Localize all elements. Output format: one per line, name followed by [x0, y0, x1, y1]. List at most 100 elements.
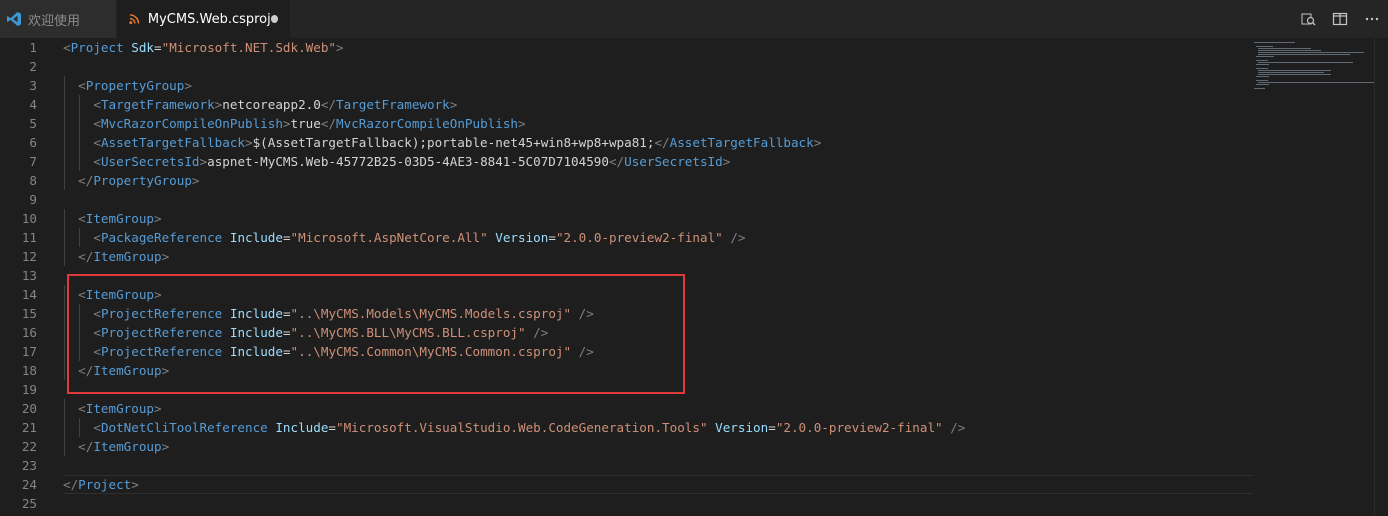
- code-line[interactable]: <TargetFramework>netcoreapp2.0</TargetFr…: [63, 95, 1253, 114]
- indent-guide: [64, 285, 65, 304]
- minimap[interactable]: [1254, 38, 1374, 108]
- code-token-tag: Project: [78, 477, 132, 492]
- minimap-line: [1254, 88, 1265, 89]
- line-number: 5: [29, 116, 37, 131]
- code-token-attr: Include: [229, 230, 283, 245]
- code-token-str: "2.0.0-preview2-final": [555, 230, 723, 245]
- indent-guide: [79, 418, 81, 437]
- indent-guide: [64, 342, 65, 361]
- code-token-text: =: [768, 420, 776, 435]
- tab-mycms-web-csproj-label: MyCMS.Web.csproj: [147, 11, 271, 27]
- code-line[interactable]: <MvcRazorCompileOnPublish>true</MvcRazor…: [63, 114, 1253, 133]
- code-token-tag: MvcRazorCompileOnPublish: [336, 116, 519, 131]
- indent-guide: [64, 323, 65, 342]
- minimap-line: [1256, 68, 1269, 69]
- code-token-punct: <: [93, 230, 101, 245]
- code-line[interactable]: [63, 57, 1253, 76]
- code-line[interactable]: [63, 456, 1253, 475]
- code-line[interactable]: <ItemGroup>: [63, 209, 1253, 228]
- code-line[interactable]: </Project>: [63, 475, 1253, 494]
- code-line[interactable]: <PackageReference Include="Microsoft.Asp…: [63, 228, 1253, 247]
- line-number: 19: [21, 382, 37, 397]
- code-line[interactable]: <PropertyGroup>: [63, 76, 1253, 95]
- indent-guide: [64, 399, 65, 418]
- line-number: 9: [29, 192, 37, 207]
- more-actions-button[interactable]: [1356, 0, 1388, 38]
- minimap-line: [1258, 62, 1353, 63]
- line-number-gutter: 1 2 3 4 5 6 7 8 9 10 11 12 13 14 15 16 17 18 19 20 21 22 23 24 2…: [0, 38, 50, 513]
- code-token-text: aspnet-MyCMS.Web-45772B25-03D5-4AE3-8841…: [207, 154, 609, 169]
- code-line[interactable]: <AssetTargetFallback>$(AssetTargetFallba…: [63, 133, 1253, 152]
- indent-guide: [64, 247, 65, 266]
- line-number: 25: [21, 496, 37, 511]
- code-token-punct: <: [93, 420, 101, 435]
- code-token-punct: </: [78, 173, 94, 188]
- code-token-tag: ItemGroup: [85, 211, 155, 226]
- line-number: 4: [29, 97, 37, 112]
- code-token-tag: UserSecretsId: [100, 154, 200, 169]
- indent-guide: [64, 171, 65, 190]
- code-token-punct: </: [320, 116, 337, 131]
- code-line[interactable]: [63, 494, 1253, 513]
- tab-mycms-web-csproj[interactable]: MyCMS.Web.csproj: [117, 0, 290, 38]
- code-token-tag: DotNetCliToolReference: [100, 420, 268, 435]
- line-number: 10: [21, 211, 37, 226]
- line-number: 23: [21, 458, 37, 473]
- code-token-punct: >: [245, 135, 253, 150]
- annotation-highlight-box: [67, 274, 685, 394]
- code-line[interactable]: </ItemGroup>: [63, 247, 1253, 266]
- code-token-punct: >: [161, 249, 170, 264]
- code-token-tag: TargetFramework: [336, 97, 450, 112]
- tab-welcome[interactable]: 欢迎使用: [0, 0, 116, 38]
- code-token-punct: >: [813, 135, 822, 150]
- line-number: 6: [29, 135, 37, 150]
- line-number: 20: [21, 401, 37, 416]
- code-token-text: =: [548, 230, 556, 245]
- code-token-punct: </: [78, 249, 94, 264]
- code-editor[interactable]: 1 2 3 4 5 6 7 8 9 10 11 12 13 14 15 16 17 18 19 20 21 22 23 24 2…: [0, 38, 1388, 516]
- code-token-text: =: [328, 420, 337, 435]
- line-number: 18: [21, 363, 37, 378]
- code-token-punct: <: [93, 154, 101, 169]
- code-token-str: "Microsoft.AspNetCore.All": [290, 230, 488, 245]
- code-token-tag: AssetTargetFallback: [669, 135, 814, 150]
- split-editor-button[interactable]: [1324, 0, 1356, 38]
- indent-guide: [79, 228, 81, 247]
- code-line[interactable]: </PropertyGroup>: [63, 171, 1253, 190]
- code-line[interactable]: </ItemGroup>: [63, 437, 1253, 456]
- code-token-punct: </: [63, 477, 79, 492]
- code-line[interactable]: [63, 190, 1253, 209]
- code-token-text: =: [154, 40, 162, 55]
- code-token-punct: >: [184, 78, 192, 93]
- line-number: 11: [21, 230, 37, 245]
- code-line[interactable]: <DotNetCliToolReference Include="Microso…: [63, 418, 1253, 437]
- line-number: 1: [29, 40, 37, 55]
- code-token-text: $(AssetTargetFallback);portable-net45+wi…: [252, 135, 655, 150]
- indent-guide: [64, 114, 65, 133]
- code-token-tag: PropertyGroup: [85, 78, 185, 93]
- code-line[interactable]: <UserSecretsId>aspnet-MyCMS.Web-45772B25…: [63, 152, 1253, 171]
- code-token-text: netcoreapp2.0: [222, 97, 321, 112]
- code-token-punct: <: [78, 401, 86, 416]
- open-changes-button[interactable]: [1292, 0, 1324, 38]
- code-token-tag: TargetFramework: [100, 97, 215, 112]
- code-token-attr: Sdk: [131, 40, 155, 55]
- indent-guide: [64, 76, 65, 95]
- code-token-tag: ItemGroup: [93, 439, 162, 454]
- indent-guide: [64, 437, 65, 456]
- line-number: 13: [21, 268, 37, 283]
- code-token-text: true: [290, 116, 321, 131]
- vertical-scrollbar[interactable]: [1374, 38, 1388, 516]
- vscode-icon: [7, 12, 21, 26]
- code-token-punct: >: [154, 401, 162, 416]
- unsaved-indicator-icon[interactable]: [270, 15, 278, 23]
- code-token-tag: Project: [70, 40, 124, 55]
- minimap-line: [1256, 84, 1270, 85]
- minimap-line: [1256, 80, 1269, 81]
- line-number: 7: [29, 154, 37, 169]
- code-line[interactable]: <Project Sdk="Microsoft.NET.Sdk.Web">: [63, 38, 1253, 57]
- line-number: 15: [21, 306, 37, 321]
- code-token-punct: >: [131, 477, 139, 492]
- code-line[interactable]: <ItemGroup>: [63, 399, 1253, 418]
- code-token-str: "2.0.0-preview2-final": [775, 420, 943, 435]
